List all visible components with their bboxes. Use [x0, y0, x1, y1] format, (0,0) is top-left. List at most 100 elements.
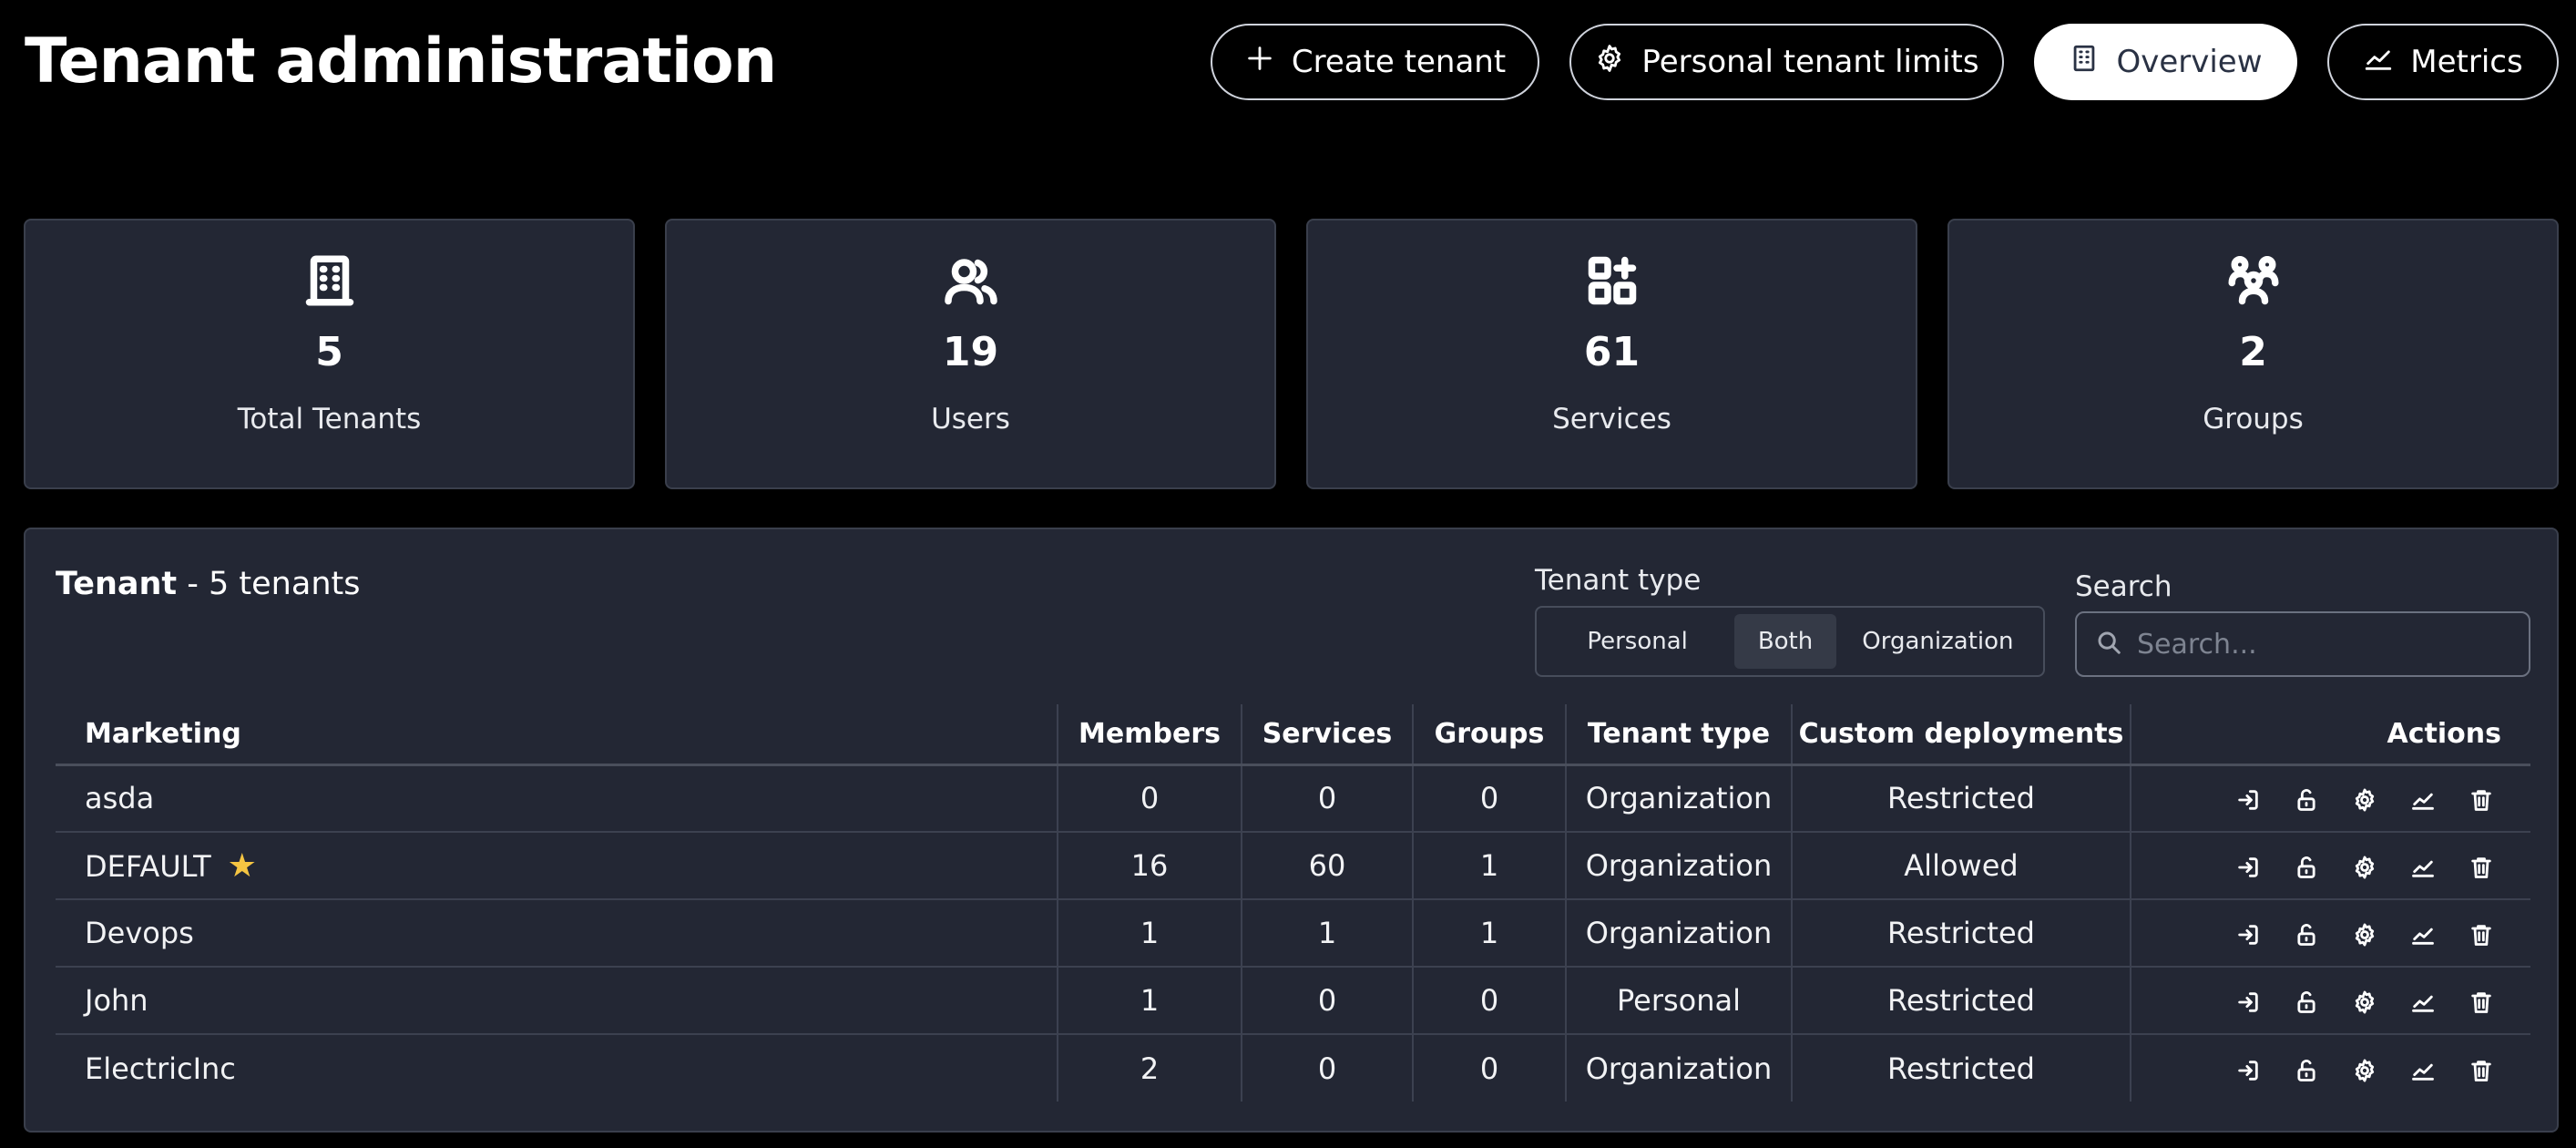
tenant-name-cell: John [56, 967, 1058, 1035]
stat-card-tenants: 5 Total Tenants [24, 219, 635, 489]
search-field [2075, 611, 2530, 677]
star-icon: ★ [227, 846, 257, 885]
metrics-button[interactable]: Metrics [2327, 24, 2559, 100]
table-header-row: Marketing Members Services Groups Tenant… [56, 704, 2530, 766]
plus-icon [1244, 43, 1275, 82]
login-icon[interactable] [2235, 785, 2261, 811]
table-row[interactable]: John 1 0 0 Personal Restricted [56, 967, 2530, 1035]
members-cell: 2 [1057, 1034, 1242, 1102]
tenant-type-cell: Personal [1565, 967, 1792, 1035]
custom-deployments-cell: Restricted [1791, 764, 2131, 833]
header-actions: Create tenant Personal tenant limits Ove… [1211, 24, 2559, 100]
panel-heading: Tenant - 5 tenants [56, 564, 360, 604]
custom-deployments-cell: Restricted [1791, 1034, 2131, 1102]
groups-cell: 0 [1412, 1034, 1566, 1102]
metrics-icon[interactable] [2410, 920, 2436, 946]
tenant-type-cell: Organization [1565, 1034, 1792, 1102]
column-header-name[interactable]: Marketing [56, 704, 1058, 766]
page-title: Tenant administration [25, 26, 777, 97]
tenant-name: DEFAULT [85, 848, 211, 884]
filter-personal[interactable]: Personal [1544, 614, 1731, 669]
trash-icon[interactable] [2469, 785, 2494, 812]
tenant-type-filter: Personal Both Organization [1535, 606, 2045, 677]
stat-label: Total Tenants [237, 403, 422, 436]
login-icon[interactable] [2235, 988, 2261, 1013]
services-cell: 60 [1241, 832, 1413, 900]
trash-icon[interactable] [2469, 1056, 2494, 1081]
groups-cell: 1 [1412, 832, 1566, 900]
building-icon [305, 255, 353, 306]
members-cell: 16 [1057, 832, 1242, 900]
create-tenant-button[interactable]: Create tenant [1211, 24, 1539, 100]
filter-both[interactable]: Both [1734, 614, 1836, 669]
column-header-services[interactable]: Services [1241, 704, 1413, 766]
search-label: Search [2075, 570, 2172, 603]
gear-icon [1594, 43, 1625, 82]
login-icon[interactable] [2235, 920, 2261, 946]
personal-tenant-limits-button[interactable]: Personal tenant limits [1569, 24, 2004, 100]
services-cell: 0 [1241, 967, 1413, 1035]
metrics-icon[interactable] [2410, 988, 2436, 1013]
tenant-panel: Tenant - 5 tenants Tenant type Personal … [24, 528, 2559, 1133]
row-actions [2130, 899, 2530, 968]
settings-icon[interactable] [2352, 785, 2377, 812]
trash-icon[interactable] [2469, 988, 2494, 1013]
column-header-custom-deployments[interactable]: Custom deployments [1791, 704, 2131, 766]
filter-organization[interactable]: Organization [1840, 614, 2036, 669]
search-icon [2095, 629, 2122, 660]
trash-icon[interactable] [2469, 853, 2494, 878]
column-header-tenant-type[interactable]: Tenant type [1565, 704, 1792, 766]
services-cell: 1 [1241, 899, 1413, 968]
stat-value: 61 [1583, 329, 1641, 375]
metrics-icon[interactable] [2410, 1056, 2436, 1081]
tenant-name-cell: ElectricInc [56, 1034, 1058, 1102]
users-icon [944, 259, 997, 305]
create-tenant-label: Create tenant [1291, 44, 1507, 80]
stat-label: Users [931, 403, 1010, 436]
tenant-name: ElectricInc [85, 1051, 236, 1086]
group-icon [2228, 256, 2278, 305]
unlock-icon[interactable] [2294, 785, 2319, 812]
login-icon[interactable] [2235, 1056, 2261, 1081]
unlock-icon[interactable] [2294, 920, 2319, 946]
stat-card-groups: 2 Groups [1947, 219, 2559, 489]
chart-line-icon [2363, 43, 2394, 82]
tenant-name-cell: DEFAULT ★ [56, 832, 1058, 900]
tenants-table: Marketing Members Services Groups Tenant… [56, 704, 2530, 1102]
personal-tenant-limits-label: Personal tenant limits [1641, 44, 1979, 80]
table-row[interactable]: DEFAULT ★ 16 60 1 Organization Allowed [56, 832, 2530, 900]
overview-label: Overview [2116, 44, 2263, 80]
settings-icon[interactable] [2352, 920, 2377, 947]
tenant-type-cell: Organization [1565, 899, 1792, 968]
search-input[interactable] [2137, 628, 2501, 661]
panel-heading-count: - 5 tenants [177, 566, 361, 602]
groups-cell: 0 [1412, 764, 1566, 833]
panel-heading-title: Tenant [56, 566, 178, 602]
unlock-icon[interactable] [2294, 853, 2319, 878]
trash-icon[interactable] [2469, 920, 2494, 946]
table-row[interactable]: ElectricInc 2 0 0 Organization Restricted [56, 1034, 2530, 1102]
row-actions [2130, 832, 2530, 900]
tenant-name: asda [85, 781, 155, 816]
tenant-type-cell: Organization [1565, 832, 1792, 900]
column-header-members[interactable]: Members [1057, 704, 1242, 766]
stat-value: 2 [2239, 329, 2267, 375]
overview-button[interactable]: Overview [2034, 24, 2297, 100]
settings-icon[interactable] [2352, 1056, 2377, 1081]
table-row[interactable]: Devops 1 1 1 Organization Restricted [56, 899, 2530, 968]
tenant-name-cell: asda [56, 764, 1058, 833]
unlock-icon[interactable] [2294, 988, 2319, 1013]
column-header-groups[interactable]: Groups [1412, 704, 1566, 766]
metrics-icon[interactable] [2410, 785, 2436, 811]
settings-icon[interactable] [2352, 853, 2377, 879]
table-row[interactable]: asda 0 0 0 Organization Restricted [56, 764, 2530, 833]
custom-deployments-cell: Restricted [1791, 967, 2131, 1035]
login-icon[interactable] [2235, 853, 2261, 878]
unlock-icon[interactable] [2294, 1056, 2319, 1081]
settings-icon[interactable] [2352, 988, 2377, 1014]
metrics-icon[interactable] [2410, 853, 2436, 878]
stat-label: Services [1552, 403, 1671, 436]
stat-label: Groups [2203, 403, 2304, 436]
building-icon [2069, 43, 2100, 82]
members-cell: 0 [1057, 764, 1242, 833]
